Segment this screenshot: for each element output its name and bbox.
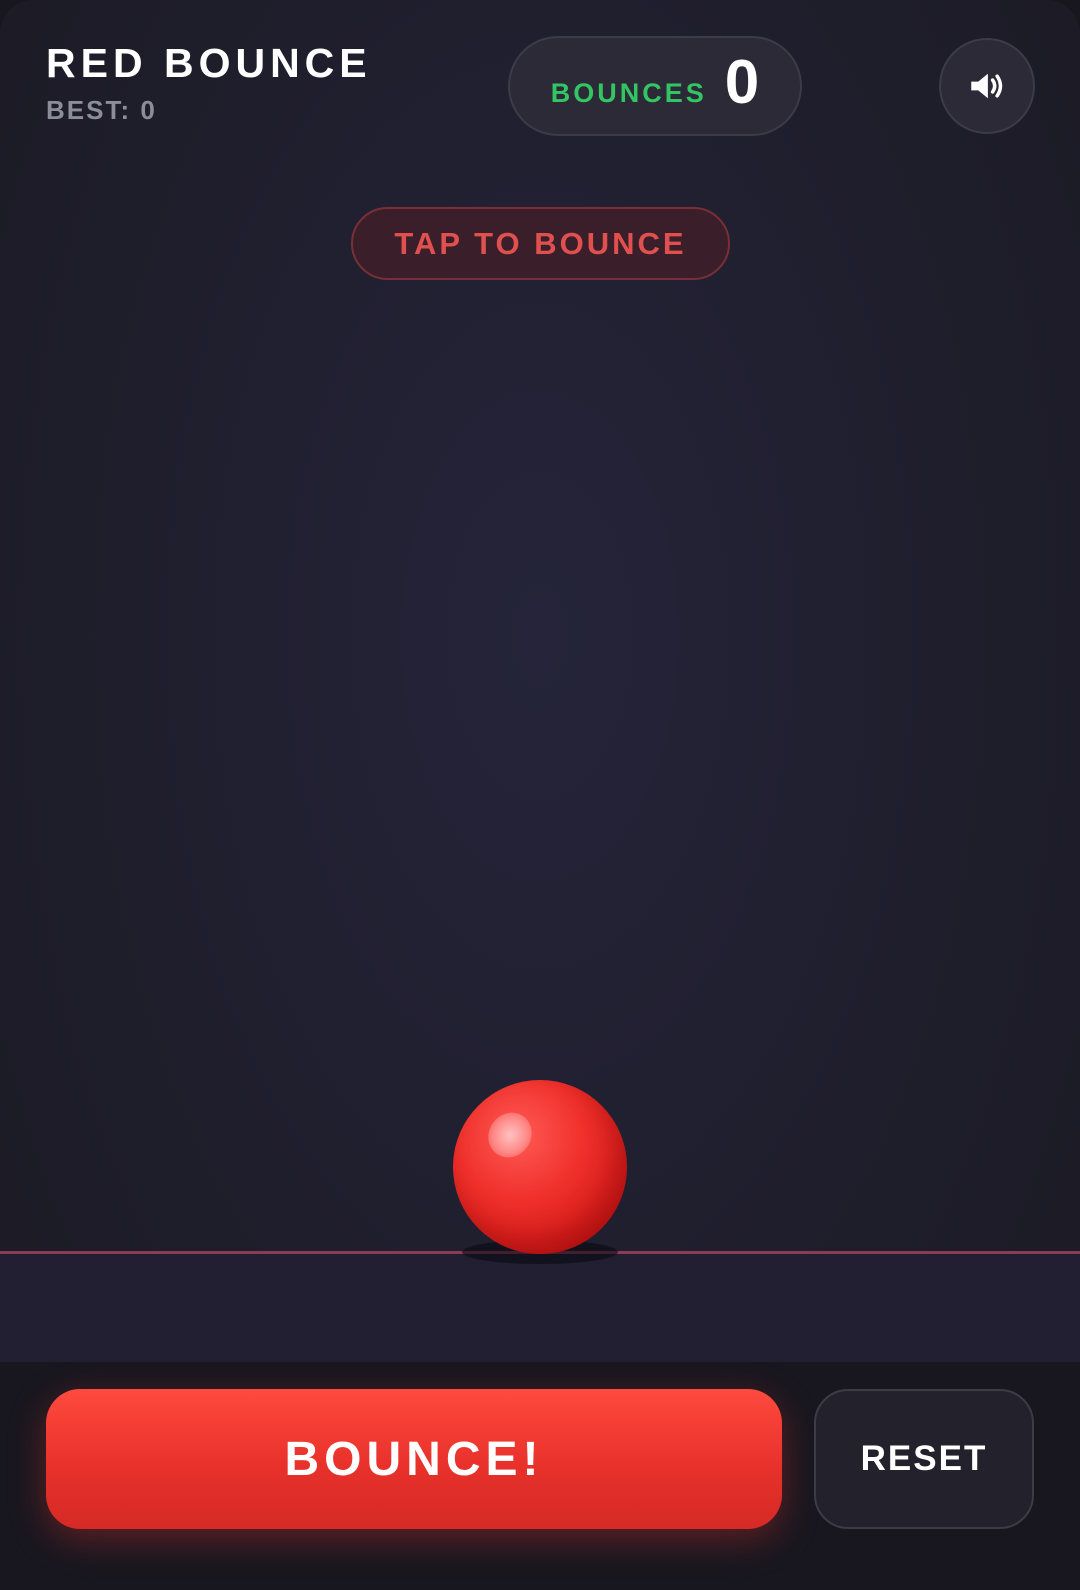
game-screen: RED BOUNCE BEST: 0 BOUNCES 0 TAP TO BOUN…: [0, 0, 1080, 1590]
bounce-counter-value: 0: [724, 48, 760, 117]
sound-toggle-button[interactable]: [939, 38, 1035, 134]
reset-button[interactable]: RESET: [814, 1389, 1034, 1529]
bounce-button[interactable]: BOUNCE!: [46, 1389, 782, 1529]
speaker-icon: [971, 73, 1003, 99]
tap-to-bounce-hint: TAP TO BOUNCE: [351, 207, 730, 280]
ball-highlight: [479, 1104, 541, 1166]
best-score: BEST: 0: [46, 95, 157, 125]
bounce-counter: BOUNCES 0: [508, 36, 802, 136]
floor: [0, 1252, 1080, 1362]
red-ball[interactable]: [453, 1080, 627, 1254]
bounce-counter-label: BOUNCES: [550, 77, 707, 108]
header: RED BOUNCE BEST: 0 BOUNCES 0: [0, 0, 1080, 170]
game-title: RED BOUNCE: [46, 40, 372, 86]
